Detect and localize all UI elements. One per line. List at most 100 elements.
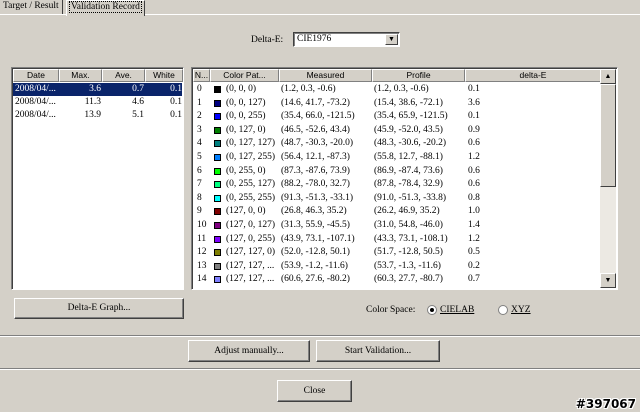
record-row[interactable]: 2008/04/... 13.9 5.1 0.1	[13, 109, 182, 122]
record-cell-date: 2008/04/...	[15, 97, 56, 107]
patch-row[interactable]: 0 (0, 0, 0) (1.2, 0.3, -0.6) (1.2, 0.3, -0.…	[193, 83, 600, 96]
patch-cell-rgb: (0, 127, 255)	[226, 152, 276, 162]
validation-records-list[interactable]: Date Max. Ave. White 2008/04/... 3.6 0.7 0.…	[11, 67, 184, 290]
patch-row[interactable]: 11 (127, 0, 255) (43.9, 73.1, -107.1) (43.3…	[193, 233, 600, 246]
scroll-up-icon[interactable]: ▲	[600, 69, 616, 84]
column-header-max[interactable]: Max.	[59, 69, 102, 82]
patch-cell-rgb: (0, 255, 0)	[226, 165, 266, 176]
color-swatch	[214, 154, 221, 161]
column-header-measured[interactable]: Measured	[279, 69, 372, 82]
close-label: Close	[303, 386, 326, 396]
patch-cell-de: 0.6	[468, 138, 480, 149]
column-header-number[interactable]: N...	[193, 69, 210, 82]
color-swatch	[214, 126, 221, 134]
patch-cell-profile: (60.3, 27.7, -80.7)	[374, 274, 443, 285]
start-validation-button[interactable]: Start Validation...	[316, 340, 440, 362]
patch-row[interactable]: 3 (0, 127, 0) (46.5, -52.6, 43.4) (45.9, -5…	[193, 124, 600, 137]
patch-cell-profile: (35.4, 65.9, -121.5)	[374, 111, 448, 122]
divider-highlight	[0, 336, 640, 337]
radio-cielab[interactable]	[427, 305, 437, 315]
patch-row[interactable]: 14 (127, 127, ... (60.6, 27.6, -80.2) (60.3…	[193, 273, 600, 286]
patch-number: 9	[197, 206, 202, 217]
patch-cell-de: 0.5	[468, 247, 480, 258]
patch-number: 12	[197, 247, 207, 258]
record-cell-white: 0.1	[170, 84, 182, 94]
color-swatch	[214, 262, 221, 270]
patch-cell-de: 1.4	[468, 220, 480, 230]
column-header-white[interactable]: White	[145, 69, 183, 82]
patch-row[interactable]: 12 (127, 127, 0) (52.0, -12.8, 50.1) (51.7,…	[193, 246, 600, 259]
patch-row[interactable]: 13 (127, 127, ... (53.9, -1.2, -11.6) (53.7…	[193, 260, 600, 273]
patch-row[interactable]: 6 (0, 255, 0) (87.3, -87.6, 73.9) (86.9, -8…	[193, 165, 600, 178]
scroll-down-icon[interactable]: ▼	[600, 273, 616, 288]
adjust-manually-label: Adjust manually...	[214, 346, 284, 356]
patch-number: 11	[197, 233, 207, 244]
delta-e-graph-label: Delta-E Graph...	[67, 303, 131, 313]
scrollbar-thumb[interactable]	[600, 84, 616, 187]
record-cell-white: 0.1	[170, 97, 182, 107]
column-header-ave[interactable]: Ave.	[102, 69, 145, 82]
patch-cell-measured: (43.9, 73.1, -107.1)	[281, 233, 355, 244]
patch-number: 8	[197, 192, 202, 203]
column-header-profile[interactable]: Profile	[372, 69, 465, 82]
patch-cell-measured: (26.8, 46.3, 35.2)	[281, 206, 347, 217]
vertical-scrollbar[interactable]: ▲ ▼	[600, 69, 616, 288]
delta-e-dropdown[interactable]: CIE1976 ▼	[293, 32, 400, 47]
patch-cell-measured: (52.0, -12.8, 50.1)	[281, 247, 350, 258]
patch-number: 4	[197, 138, 202, 149]
patch-number: 3	[197, 124, 202, 135]
patch-cell-rgb: (0, 0, 0)	[226, 84, 257, 94]
patch-number: 1	[197, 97, 202, 108]
start-validation-label: Start Validation...	[344, 346, 412, 356]
delta-e-graph-button[interactable]: Delta-E Graph...	[14, 298, 184, 319]
tab-target-result[interactable]: Target / Result	[0, 0, 63, 15]
patch-row[interactable]: 9 (127, 0, 0) (26.8, 46.3, 35.2) (26.2, 46.…	[193, 205, 600, 218]
patch-number: 13	[197, 260, 207, 271]
column-header-color-patch[interactable]: Color Pat...	[210, 69, 279, 82]
patch-number: 5	[197, 152, 202, 162]
record-cell-ave: 0.7	[132, 84, 144, 94]
color-swatch	[214, 140, 221, 148]
record-row[interactable]: 2008/04/... 3.6 0.7 0.1	[13, 83, 182, 96]
patch-cell-de: 1.2	[468, 233, 480, 244]
adjust-manually-button[interactable]: Adjust manually...	[188, 340, 310, 362]
patch-cell-rgb: (127, 0, 255)	[226, 233, 276, 244]
chevron-down-icon[interactable]: ▼	[385, 34, 398, 45]
patch-cell-profile: (55.8, 12.7, -88.1)	[374, 152, 443, 162]
patch-cell-profile: (45.9, -52.0, 43.5)	[374, 124, 443, 135]
patch-cell-de: 0.1	[468, 84, 480, 94]
column-header-date[interactable]: Date	[13, 69, 59, 82]
color-swatch	[214, 276, 221, 284]
patch-cell-measured: (56.4, 12.1, -87.3)	[281, 152, 350, 162]
record-cell-ave: 4.6	[132, 97, 144, 107]
patch-cell-de: 3.6	[468, 97, 480, 108]
patch-cell-profile: (43.3, 73.1, -108.1)	[374, 233, 448, 244]
color-swatch	[214, 99, 221, 107]
patch-cell-rgb: (0, 0, 255)	[226, 111, 266, 122]
patch-row[interactable]: 10 (127, 0, 127) (31.3, 55.9, -45.5) (31.0,…	[193, 219, 600, 232]
tab-validation-record[interactable]: Validation Record	[66, 0, 145, 16]
record-cell-white: 0.1	[170, 110, 182, 120]
patch-cell-profile: (48.3, -30.6, -20.2)	[374, 138, 447, 149]
watermark-text: #397067	[575, 397, 636, 411]
color-swatch	[214, 249, 221, 257]
patch-row[interactable]: 8 (0, 255, 255) (91.3, -51.3, -33.1) (91.0,…	[193, 192, 600, 205]
patch-cell-profile: (1.2, 0.3, -0.6)	[374, 84, 429, 94]
patch-row[interactable]: 1 (0, 0, 127) (14.6, 41.7, -73.2) (15.4, 38…	[193, 97, 600, 110]
radio-cielab-label[interactable]: CIELAB	[440, 305, 474, 315]
patch-cell-de: 0.6	[468, 179, 480, 190]
patch-cell-de: 0.9	[468, 124, 480, 135]
close-button[interactable]: Close	[277, 380, 352, 402]
radio-xyz-label[interactable]: XYZ	[511, 305, 531, 315]
patch-results-list[interactable]: N... Color Pat... Measured Profile delta…	[191, 67, 618, 290]
radio-xyz[interactable]	[498, 305, 508, 315]
patch-cell-de: 0.7	[468, 274, 480, 285]
patch-row[interactable]: 7 (0, 255, 127) (88.2, -78.0, 32.7) (87.8, …	[193, 178, 600, 191]
patch-cell-profile: (15.4, 38.6, -72.1)	[374, 97, 443, 108]
patch-cell-measured: (48.7, -30.3, -20.0)	[281, 138, 354, 149]
column-header-delta-e[interactable]: delta-E	[465, 69, 601, 82]
patch-row[interactable]: 4 (0, 127, 127) (48.7, -30.3, -20.0) (48.3,…	[193, 137, 600, 150]
patch-row[interactable]: 5 (0, 127, 255) (56.4, 12.1, -87.3) (55.8, …	[193, 151, 600, 164]
patch-row[interactable]: 2 (0, 0, 255) (35.4, 66.0, -121.5) (35.4, 6…	[193, 110, 600, 123]
record-row[interactable]: 2008/04/... 11.3 4.6 0.1	[13, 96, 182, 109]
